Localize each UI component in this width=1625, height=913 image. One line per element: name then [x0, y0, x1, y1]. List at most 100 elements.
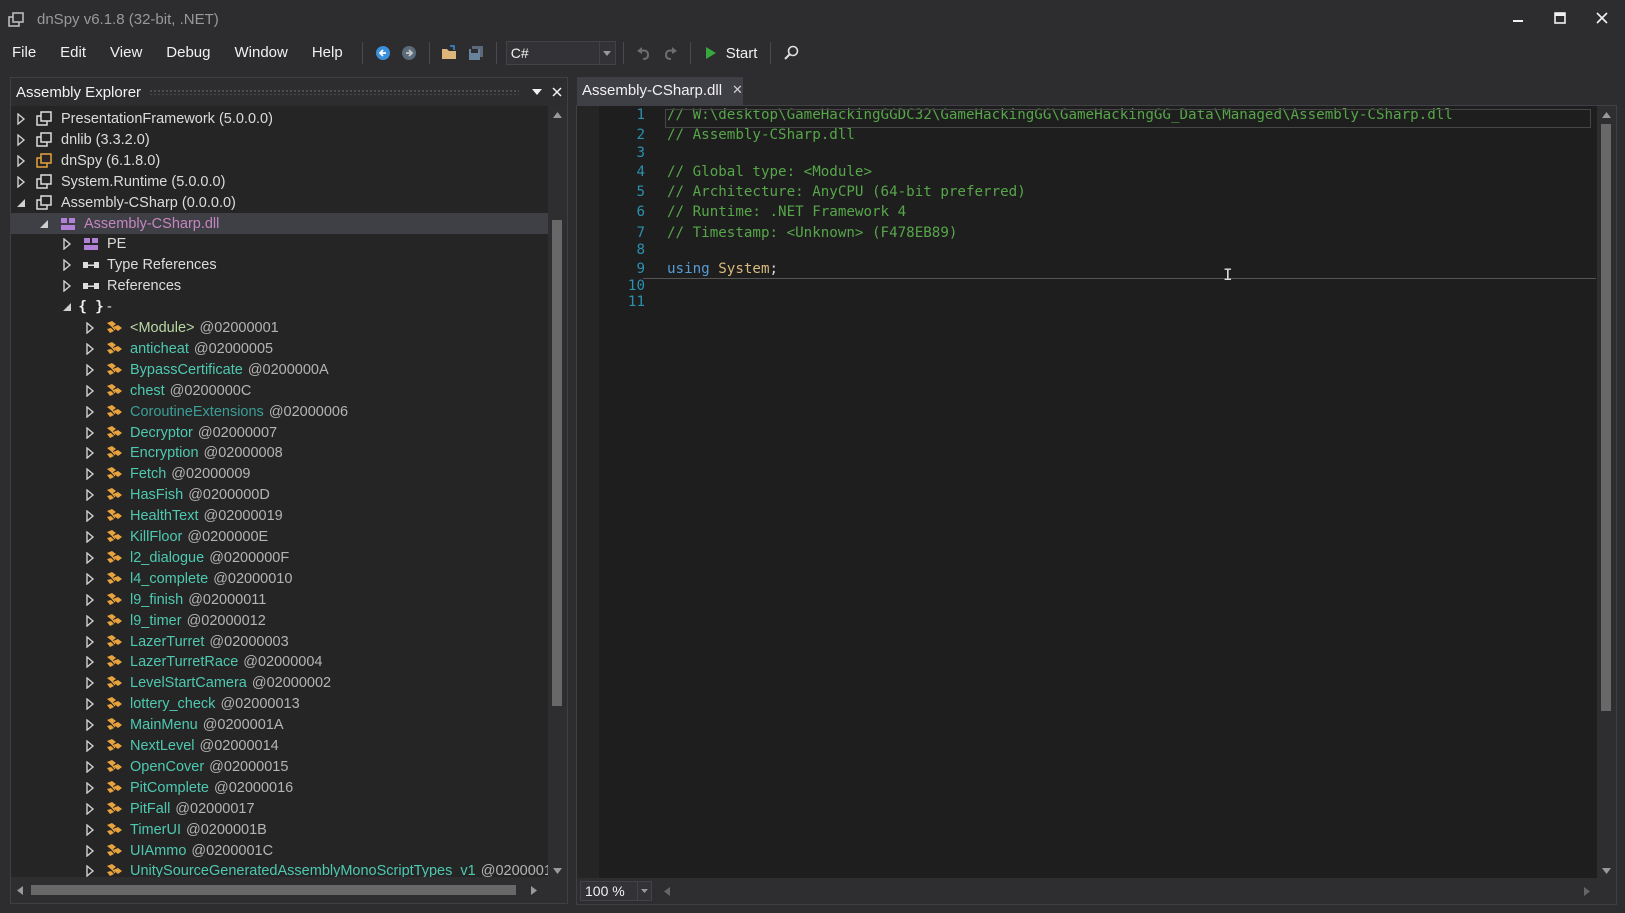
- menu-edit[interactable]: Edit: [48, 39, 98, 67]
- tree-node[interactable]: CoroutineExtensions @02000006: [11, 401, 548, 422]
- assembly-tree[interactable]: PresentationFramework (5.0.0.0) dnlib (3.…: [11, 106, 548, 878]
- tree-node[interactable]: Encryption @02000008: [11, 442, 548, 463]
- menu-debug[interactable]: Debug: [154, 39, 222, 67]
- tree-node[interactable]: l4_complete @02000010: [11, 568, 548, 589]
- expanded-arrow-icon[interactable]: [38, 218, 50, 230]
- collapsed-arrow-icon[interactable]: [84, 509, 96, 522]
- close-button[interactable]: [1587, 8, 1617, 30]
- scroll-thumb[interactable]: [552, 220, 562, 706]
- tree-node[interactable]: OpenCover @02000015: [11, 756, 548, 777]
- collapsed-arrow-icon[interactable]: [84, 342, 96, 355]
- tree-node[interactable]: chest @0200000C: [11, 380, 548, 401]
- collapsed-arrow-icon[interactable]: [84, 802, 96, 815]
- tree-node[interactable]: UIAmmo @0200001C: [11, 840, 548, 861]
- tree-node[interactable]: MainMenu @0200001A: [11, 714, 548, 735]
- collapsed-arrow-icon[interactable]: [84, 363, 96, 376]
- tree-node[interactable]: dnlib (3.3.2.0): [11, 129, 548, 150]
- menu-view[interactable]: View: [98, 39, 154, 67]
- tree-node[interactable]: HasFish @0200000D: [11, 484, 548, 505]
- collapsed-arrow-icon[interactable]: [84, 488, 96, 501]
- collapsed-arrow-icon[interactable]: [84, 864, 96, 877]
- tree-node[interactable]: HealthText @02000019: [11, 505, 548, 526]
- code-area[interactable]: 1// W:\desktop\GameHackingGGDC32\GameHac…: [599, 106, 1599, 880]
- hscroll-thumb[interactable]: [31, 885, 516, 895]
- collapsed-arrow-icon[interactable]: [84, 530, 96, 543]
- collapsed-arrow-icon[interactable]: [15, 112, 27, 125]
- tree-node[interactable]: l2_dialogue @0200000F: [11, 547, 548, 568]
- collapsed-arrow-icon[interactable]: [84, 718, 96, 731]
- collapsed-arrow-icon[interactable]: [84, 426, 96, 439]
- tree-node[interactable]: References: [11, 275, 548, 296]
- code-editor[interactable]: 1// W:\desktop\GameHackingGGDC32\GameHac…: [576, 105, 1617, 905]
- language-select[interactable]: C#: [505, 41, 616, 65]
- tab-close-icon[interactable]: ✕: [732, 82, 743, 98]
- tree-node[interactable]: anticheat @02000005: [11, 338, 548, 359]
- collapsed-arrow-icon[interactable]: [84, 697, 96, 710]
- tree-node[interactable]: LazerTurret @02000003: [11, 631, 548, 652]
- tree-node[interactable]: TimerUI @0200001B: [11, 819, 548, 840]
- collapsed-arrow-icon[interactable]: [84, 467, 96, 480]
- collapsed-arrow-icon[interactable]: [84, 614, 96, 627]
- collapsed-arrow-icon[interactable]: [84, 551, 96, 564]
- collapsed-arrow-icon[interactable]: [84, 823, 96, 836]
- tree-node[interactable]: PitComplete @02000016: [11, 777, 548, 798]
- tree-horizontal-scrollbar[interactable]: [11, 877, 567, 903]
- minimize-button[interactable]: [1503, 8, 1533, 30]
- collapsed-arrow-icon[interactable]: [84, 739, 96, 752]
- panel-dropdown-button[interactable]: [527, 82, 547, 102]
- collapsed-arrow-icon[interactable]: [84, 321, 96, 334]
- tree-node[interactable]: l9_timer @02000012: [11, 610, 548, 631]
- collapsed-arrow-icon[interactable]: [61, 237, 73, 250]
- tree-node[interactable]: PE: [11, 233, 548, 254]
- tree-node[interactable]: dnSpy (6.1.8.0): [11, 150, 548, 171]
- tree-node[interactable]: PitFall @02000017: [11, 798, 548, 819]
- tree-node[interactable]: System.Runtime (5.0.0.0): [11, 171, 548, 192]
- collapsed-arrow-icon[interactable]: [84, 844, 96, 857]
- collapsed-arrow-icon[interactable]: [84, 760, 96, 773]
- menu-file[interactable]: File: [0, 39, 48, 67]
- tree-node[interactable]: LazerTurretRace @02000004: [11, 651, 548, 672]
- tab-assembly-csharp[interactable]: Assembly-CSharp.dll ✕: [577, 77, 743, 105]
- menu-window[interactable]: Window: [222, 39, 299, 67]
- back-button[interactable]: [370, 40, 396, 66]
- collapsed-arrow-icon[interactable]: [84, 781, 96, 794]
- tree-node[interactable]: Fetch @02000009: [11, 463, 548, 484]
- collapsed-arrow-icon[interactable]: [84, 384, 96, 397]
- panel-grip[interactable]: [149, 89, 519, 95]
- collapsed-arrow-icon[interactable]: [84, 572, 96, 585]
- forward-button[interactable]: [396, 40, 422, 66]
- collapsed-arrow-icon[interactable]: [84, 593, 96, 606]
- collapsed-arrow-icon[interactable]: [15, 175, 27, 188]
- collapsed-arrow-icon[interactable]: [84, 676, 96, 689]
- collapsed-arrow-icon[interactable]: [84, 446, 96, 459]
- tree-node[interactable]: Assembly-CSharp.dll: [11, 213, 548, 234]
- tree-node[interactable]: BypassCertificate @0200000A: [11, 359, 548, 380]
- tree-node[interactable]: <Module> @02000001: [11, 317, 548, 338]
- tree-node[interactable]: KillFloor @0200000E: [11, 526, 548, 547]
- save-all-button[interactable]: [463, 40, 489, 66]
- tree-node[interactable]: { } -: [11, 296, 548, 317]
- expanded-arrow-icon[interactable]: [61, 301, 73, 313]
- collapsed-arrow-icon[interactable]: [15, 133, 27, 146]
- redo-button[interactable]: [657, 40, 683, 66]
- maximize-button[interactable]: [1545, 8, 1575, 30]
- tree-node[interactable]: Assembly-CSharp (0.0.0.0): [11, 192, 548, 213]
- menu-help[interactable]: Help: [300, 39, 355, 67]
- tree-node[interactable]: LevelStartCamera @02000002: [11, 672, 548, 693]
- zoom-select[interactable]: 100 %: [580, 881, 652, 901]
- expanded-arrow-icon[interactable]: [15, 197, 27, 209]
- search-button[interactable]: [778, 40, 804, 66]
- collapsed-arrow-icon[interactable]: [15, 154, 27, 167]
- tree-vertical-scrollbar[interactable]: [548, 106, 567, 878]
- collapsed-arrow-icon[interactable]: [84, 405, 96, 418]
- tree-node[interactable]: Type References: [11, 254, 548, 275]
- start-button[interactable]: Start: [698, 40, 764, 66]
- open-button[interactable]: [437, 40, 463, 66]
- tree-node[interactable]: l9_finish @02000011: [11, 589, 548, 610]
- tree-node[interactable]: Decryptor @02000007: [11, 422, 548, 443]
- collapsed-arrow-icon[interactable]: [84, 655, 96, 668]
- panel-close-button[interactable]: [547, 82, 567, 102]
- editor-scroll-thumb[interactable]: [1601, 124, 1611, 711]
- collapsed-arrow-icon[interactable]: [84, 635, 96, 648]
- tree-node[interactable]: NextLevel @02000014: [11, 735, 548, 756]
